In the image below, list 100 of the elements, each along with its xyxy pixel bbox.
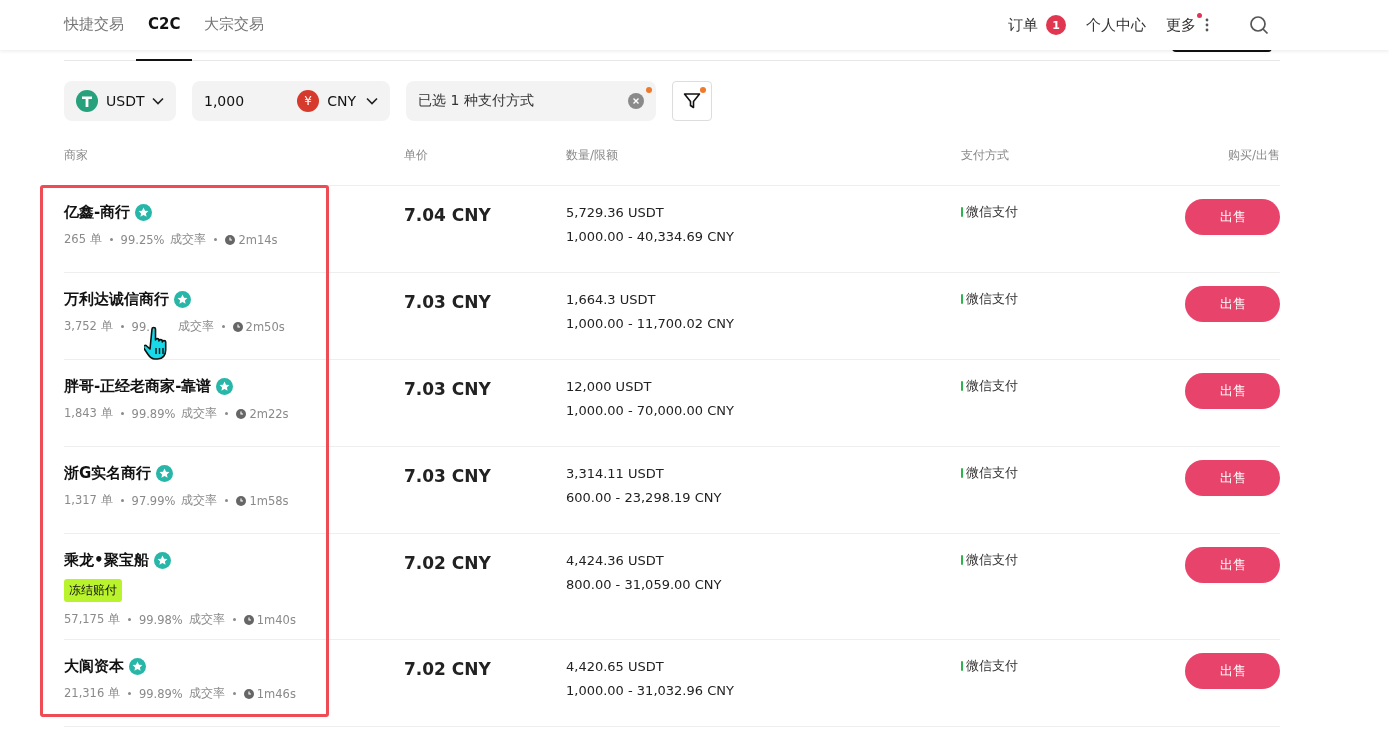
orders-link[interactable]: 订单: [1008, 15, 1038, 35]
rate-label: 成交率: [188, 612, 225, 627]
merchant-name[interactable]: 浙G实名商行: [64, 464, 152, 483]
separator-dot: [109, 238, 113, 241]
completion-rate: 99.89%: [131, 406, 176, 421]
column-header: 单价: [404, 147, 429, 164]
more-menu[interactable]: 更多: [1166, 15, 1202, 35]
kebab-icon[interactable]: [1205, 18, 1209, 32]
sell-button[interactable]: 出售: [1185, 286, 1280, 322]
payment-marker: [961, 207, 963, 217]
rate-label: 成交率: [170, 232, 207, 247]
quantity-text: 4,424.36 USDT: [566, 552, 664, 570]
release-time: 1m58s: [249, 493, 289, 508]
verified-badge-icon: [174, 291, 191, 308]
clear-icon[interactable]: [628, 93, 644, 109]
clock-icon: [232, 321, 243, 332]
limit-text: 1,000.00 - 40,334.69 CNY: [566, 228, 734, 246]
separator-dot: [120, 412, 124, 415]
payment-marker: [961, 294, 963, 304]
merchant-name[interactable]: 乘龙•聚宝船: [64, 551, 149, 570]
sell-button[interactable]: 出售: [1185, 373, 1280, 409]
order-count: 3,752 单: [64, 319, 113, 334]
column-header: 商家: [64, 147, 89, 164]
release-time: 2m22s: [249, 406, 289, 421]
quantity-text: 1,664.3 USDT: [566, 291, 656, 309]
amount-field[interactable]: 1,000 ¥ CNY: [192, 81, 390, 121]
limit-text: 1,000.00 - 70,000.00 CNY: [566, 402, 734, 420]
verified-badge-icon: [129, 658, 146, 675]
completion-rate: 99.89%: [138, 686, 183, 701]
payment-method: 微信支付: [966, 203, 1018, 221]
separator-dot: [225, 412, 229, 415]
order-count: 57,175 单: [64, 612, 120, 627]
price-text: 7.02 CNY: [404, 658, 492, 681]
price-text: 7.03 CNY: [404, 291, 492, 314]
separator-dot: [120, 499, 124, 502]
column-header: 数量/限额: [566, 147, 620, 164]
verified-badge-icon: [153, 552, 171, 569]
verified-badge-icon: [156, 465, 174, 482]
merchant-name[interactable]: 万利达诚信商行: [64, 290, 169, 309]
coin-select[interactable]: USDT: [64, 81, 176, 121]
quantity-text: 5,729.36 USDT: [566, 204, 664, 222]
clock-icon: [243, 614, 254, 625]
clock-icon: [243, 688, 254, 699]
order-count: 21,316 单: [64, 686, 120, 701]
quantity-text: 4,420.65 USDT: [566, 658, 664, 676]
release-time: 2m50s: [245, 319, 285, 334]
payment-method: 微信支付: [966, 464, 1018, 482]
payment-marker: [961, 381, 963, 391]
merchant-name[interactable]: 亿鑫-商行: [64, 203, 131, 222]
release-time: 2m14s: [238, 232, 278, 247]
completion-rate: 99.98%: [138, 612, 183, 627]
verified-badge-icon: [135, 204, 153, 221]
separator-dot: [232, 618, 236, 621]
completion-rate: 97.99%: [131, 493, 176, 508]
search-icon[interactable]: [1249, 15, 1269, 35]
separator-dot: [225, 499, 229, 502]
separator-dot: [232, 692, 236, 695]
coin-icon: [76, 90, 98, 112]
limit-text: 600.00 - 23,298.19 CNY: [566, 489, 722, 507]
order-count: 1,317 单: [64, 493, 113, 508]
merchant-tag: 冻结赔付: [64, 579, 122, 602]
payment-select[interactable]: 已选 1 种支付方式: [406, 81, 656, 121]
cut-off-button[interactable]: [1172, 48, 1272, 52]
sell-button[interactable]: 出售: [1185, 460, 1280, 496]
quantity-text: 3,314.11 USDT: [566, 465, 664, 483]
limit-text: 1,000.00 - 31,032.96 CNY: [566, 682, 734, 700]
separator-dot: [120, 325, 124, 328]
sell-button[interactable]: 出售: [1185, 547, 1280, 583]
price-text: 7.04 CNY: [404, 204, 492, 227]
rate-label: 成交率: [181, 406, 218, 421]
separator-dot: [127, 618, 131, 621]
sell-button[interactable]: 出售: [1185, 653, 1280, 689]
separator-dot: [214, 238, 218, 241]
clock-icon: [236, 495, 247, 506]
nav-tab[interactable]: C2C: [136, 0, 193, 61]
payment-method: 微信支付: [966, 377, 1018, 395]
filter-button[interactable]: [672, 81, 712, 121]
merchant-name[interactable]: 胖哥-正经老商家-靠谱: [64, 377, 212, 396]
price-text: 7.02 CNY: [404, 552, 492, 575]
price-text: 7.03 CNY: [404, 465, 492, 488]
clock-icon: [225, 234, 236, 245]
account-link[interactable]: 个人中心: [1086, 15, 1146, 35]
limit-text: 800.00 - 31,059.00 CNY: [566, 576, 722, 594]
nav-tab[interactable]: 大宗交易: [192, 0, 277, 61]
release-time: 1m40s: [256, 612, 296, 627]
sell-button[interactable]: 出售: [1185, 199, 1280, 235]
count-badge: 1: [1046, 15, 1066, 35]
separator-dot: [221, 325, 225, 328]
filter-icon: [683, 92, 701, 110]
completion-rate: 99.25%: [120, 232, 165, 247]
merchant-name[interactable]: 大阆资本: [64, 657, 124, 676]
payment-marker: [961, 468, 963, 478]
payment-method: 微信支付: [966, 657, 1018, 675]
rate-label: 成交率: [181, 493, 218, 508]
completion-rate: 99.: [131, 319, 151, 334]
nav-tab[interactable]: 快捷交易: [52, 0, 136, 61]
payment-method: 微信支付: [966, 551, 1018, 569]
release-time: 1m46s: [256, 686, 296, 701]
separator-dot: [127, 692, 131, 695]
chevron-down-icon: [152, 97, 165, 105]
